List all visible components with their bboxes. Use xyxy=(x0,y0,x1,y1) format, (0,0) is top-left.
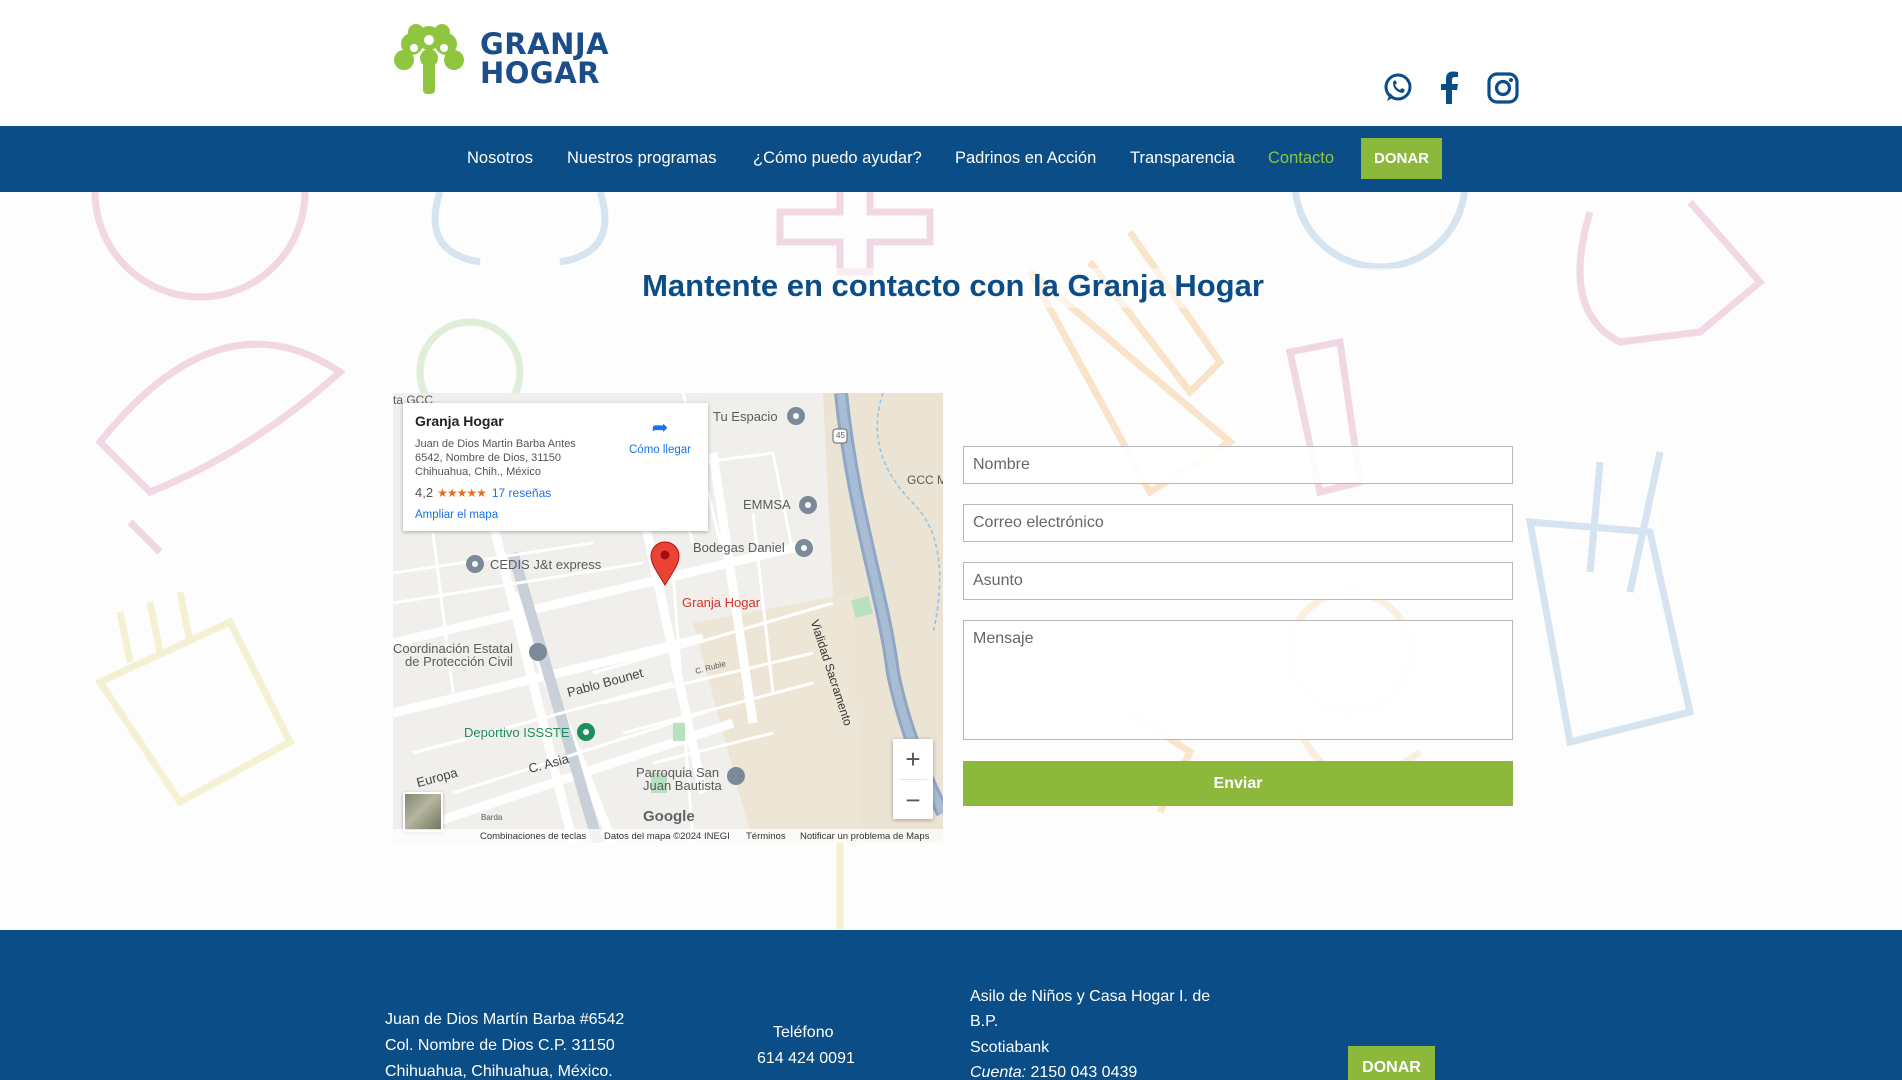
footer-address-2: Col. Nombre de Dios C.P. 31150 xyxy=(385,1037,615,1054)
nav-padrinos[interactable]: Padrinos en Acción xyxy=(955,149,1096,168)
name-field[interactable]: Nombre xyxy=(963,446,1513,484)
rating-stars-icon: ★★★★★ xyxy=(437,485,487,500)
logo-line-2: HOGAR xyxy=(480,56,601,90)
footer-org-1: Asilo de Niños y Casa Hogar I. de xyxy=(970,988,1211,1005)
directions-label: Cómo llegar xyxy=(629,444,691,456)
footer-address-3: Chihuahua, Chihuahua, México. xyxy=(385,1063,613,1080)
enlarge-map-link[interactable]: Ampliar el mapa xyxy=(415,509,498,521)
footer-account-label: Cuenta: xyxy=(970,1064,1027,1080)
instagram-icon[interactable] xyxy=(1486,71,1520,105)
map-label-cedis: CEDIS J&t express xyxy=(490,557,602,572)
donate-button[interactable]: DONAR xyxy=(1361,138,1442,179)
map-data-credit: Datos del mapa ©2024 INEGI xyxy=(604,831,730,842)
place-rating: 4,2 ★★★★★ 17 reseñas xyxy=(415,485,696,500)
site-header: GRANJA HOGAR xyxy=(0,0,1902,126)
site-footer: Juan de Dios Martín Barba #6542 Col. Nom… xyxy=(0,930,1902,1080)
place-info-card: Granja Hogar Juan de Dios Martin Barba A… xyxy=(403,403,708,531)
send-button[interactable]: Enviar xyxy=(963,761,1513,806)
main-nav: Nosotros Nuestros programas ¿Cómo puedo … xyxy=(0,126,1902,192)
map-label-coordinacion-2: de Protección Civil xyxy=(405,654,513,669)
map-label-emmsa: EMMSA xyxy=(743,497,791,512)
zoom-controls: + − xyxy=(893,739,933,819)
map-highway-shield: 45 xyxy=(836,431,845,440)
zoom-out-button[interactable]: − xyxy=(893,780,933,820)
map-label-tu-espacio: Tu Espacio xyxy=(713,409,778,424)
report-problem-link[interactable]: Notificar un problema de Maps xyxy=(800,831,929,842)
footer-address-1: Juan de Dios Martín Barba #6542 xyxy=(385,1011,625,1028)
subject-field[interactable]: Asunto xyxy=(963,562,1513,600)
map-label-bodegas: Bodegas Daniel xyxy=(693,540,785,555)
map-label-parroquia-2: Juan Bautista xyxy=(643,778,722,793)
facebook-icon[interactable] xyxy=(1433,71,1467,105)
map-label-barda: Barda xyxy=(481,813,503,822)
google-logo: Google xyxy=(643,808,695,825)
map-label-gcc: GCC M xyxy=(907,473,943,487)
logo[interactable]: GRANJA HOGAR xyxy=(388,18,609,100)
nav-nosotros[interactable]: Nosotros xyxy=(467,149,533,168)
whatsapp-icon[interactable] xyxy=(1381,71,1415,105)
directions-link[interactable]: ➦ Cómo llegar xyxy=(625,415,695,456)
directions-icon: ➦ xyxy=(651,417,669,439)
nav-transparencia[interactable]: Transparencia xyxy=(1130,149,1235,168)
google-map[interactable]: Tu Espacio EMMSA Bodegas Daniel CEDIS J&… xyxy=(393,393,943,843)
terms-link[interactable]: Términos xyxy=(746,831,786,842)
rating-value: 4,2 xyxy=(415,485,434,500)
nav-como-ayudar[interactable]: ¿Cómo puedo ayudar? xyxy=(753,149,922,168)
footer-phone[interactable]: 614 424 0091 xyxy=(757,1050,855,1068)
logo-line-1: GRANJA xyxy=(480,27,610,61)
footer-phone-label: Teléfono xyxy=(773,1024,834,1041)
map-pin-label[interactable]: Granja Hogar xyxy=(682,595,760,610)
keyboard-shortcuts-link[interactable]: Combinaciones de teclas xyxy=(480,831,586,842)
footer-bank: Scotiabank xyxy=(970,1039,1050,1056)
tree-logo-icon xyxy=(394,24,464,94)
reviews-link[interactable]: 17 reseñas xyxy=(492,486,551,500)
zoom-in-button[interactable]: + xyxy=(893,739,933,779)
footer-account: Cuenta: 2150 043 0439 xyxy=(970,1064,1137,1080)
satellite-toggle[interactable] xyxy=(403,792,443,832)
email-field[interactable]: Correo electrónico xyxy=(963,504,1513,542)
map-attribution: Combinaciones de teclas Datos del mapa ©… xyxy=(393,829,943,843)
footer-account-number: 2150 043 0439 xyxy=(1030,1064,1138,1080)
map-label-deportivo: Deportivo ISSSTE xyxy=(464,725,570,740)
message-field[interactable]: Mensaje xyxy=(963,620,1513,740)
footer-donate-button[interactable]: DONAR xyxy=(1348,1046,1435,1080)
nav-programas[interactable]: Nuestros programas xyxy=(567,149,716,168)
nav-contacto[interactable]: Contacto xyxy=(1268,149,1334,168)
place-address: Juan de Dios Martin Barba Antes 6542, No… xyxy=(415,438,576,478)
page-title: Mantente en contacto con la Granja Hogar xyxy=(642,268,1264,303)
footer-org-2: B.P. xyxy=(970,1013,999,1030)
